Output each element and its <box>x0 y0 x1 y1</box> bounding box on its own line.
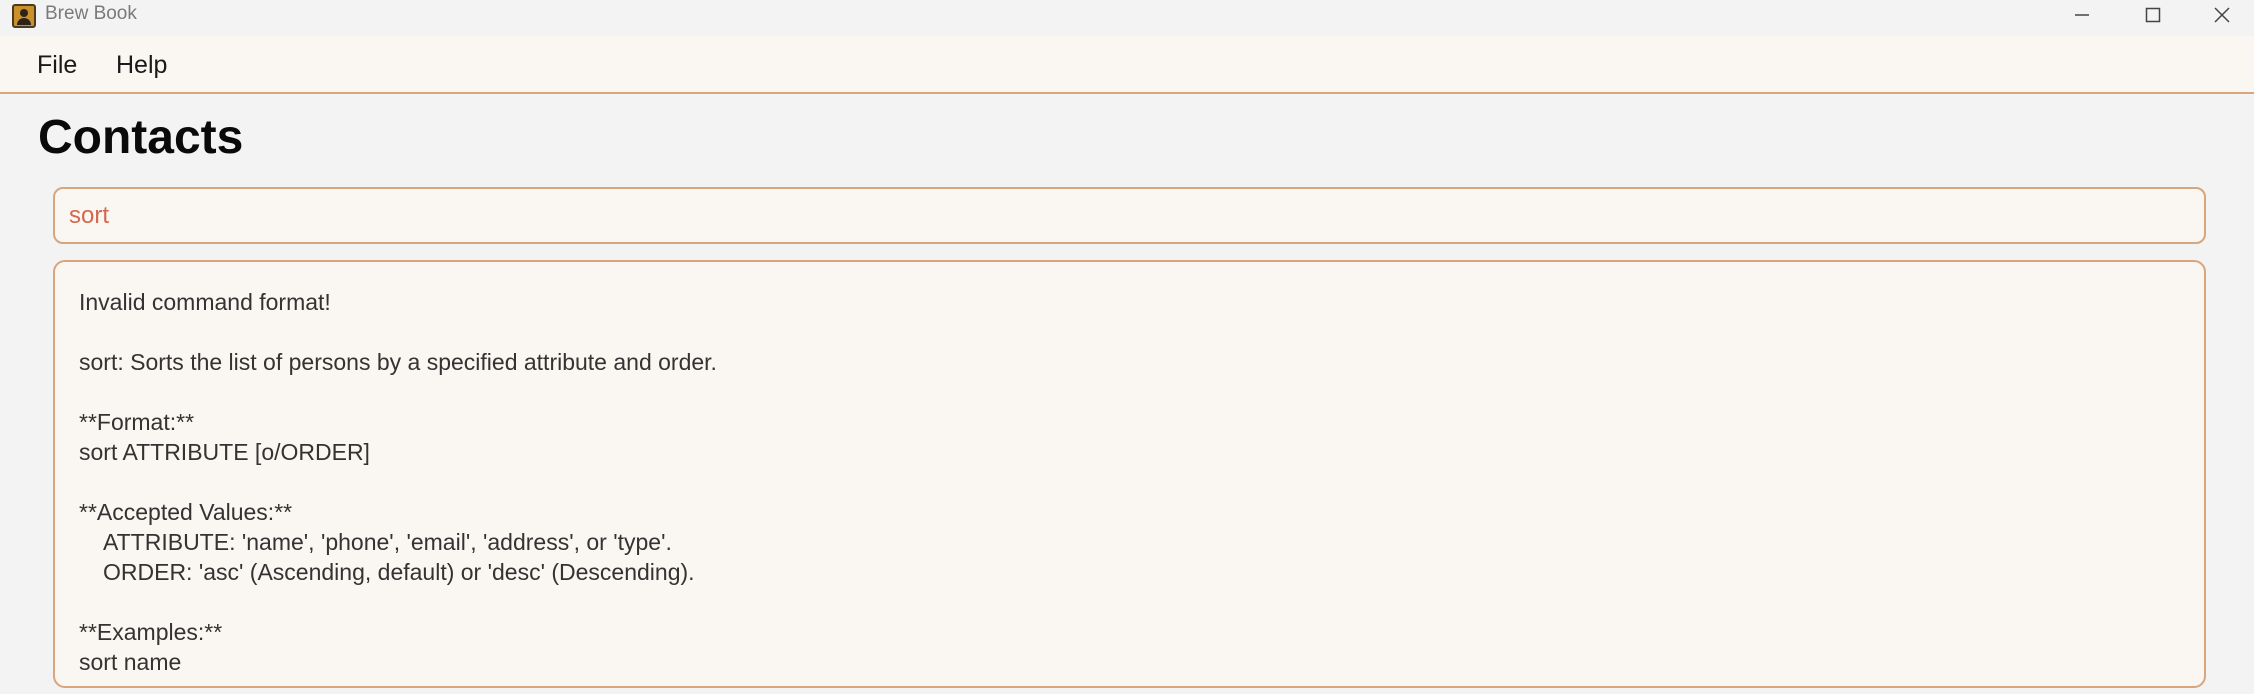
command-input[interactable]: sort <box>69 202 109 230</box>
result-line-format-heading: **Format:** <box>79 409 195 435</box>
page-title: Contacts <box>38 111 244 164</box>
result-text: Invalid command format! sort: Sorts the … <box>79 287 2139 677</box>
contact-book-icon <box>12 4 36 28</box>
minimize-icon <box>2075 14 2089 16</box>
close-icon <box>2214 7 2230 23</box>
result-line-order: ORDER: 'asc' (Ascending, default) or 'de… <box>103 559 695 585</box>
maximize-button[interactable] <box>2118 0 2188 30</box>
result-line-values-heading: **Accepted Values:** <box>79 499 293 525</box>
menu-help[interactable]: Help <box>116 51 167 80</box>
menu-bar: File Help <box>0 36 2254 94</box>
menu-file[interactable]: File <box>37 51 77 80</box>
title-bar: Brew Book <box>0 0 2254 36</box>
result-line-example: sort name <box>79 649 182 675</box>
result-line-format: sort ATTRIBUTE [o/ORDER] <box>79 439 370 465</box>
maximize-icon <box>2145 7 2161 23</box>
window-title: Brew Book <box>45 3 137 24</box>
minimize-button[interactable] <box>2047 0 2117 30</box>
result-line-error: Invalid command format! <box>79 289 331 315</box>
close-button[interactable] <box>2187 0 2254 30</box>
result-line-description: sort: Sorts the list of persons by a spe… <box>79 349 717 375</box>
result-line-examples-heading: **Examples:** <box>79 619 223 645</box>
result-display: Invalid command format! sort: Sorts the … <box>53 260 2206 688</box>
command-box[interactable]: sort <box>53 187 2206 244</box>
result-line-attribute: ATTRIBUTE: 'name', 'phone', 'email', 'ad… <box>103 529 672 555</box>
